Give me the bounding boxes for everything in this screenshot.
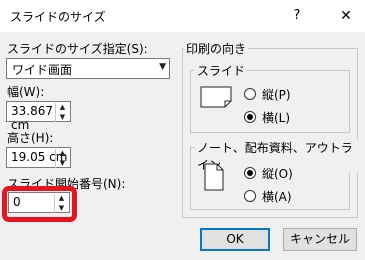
slide-portrait-radio[interactable] [244,88,256,100]
slide-size-value: ワイド画面 [12,63,73,77]
cancel-button[interactable]: キャンセル [283,228,357,251]
notes-portrait-label[interactable]: 縦(O) [262,165,293,182]
slide-size-dialog: スライドのサイズ ? ✕ スライドのサイズ指定(S): ワイド画面 ▼ 幅(W)… [0,0,365,260]
height-label: 高さ(H): [7,131,54,145]
slide-landscape-label[interactable]: 横(L) [262,109,290,126]
landscape-page-icon [200,86,232,108]
notes-landscape-radio[interactable] [244,190,256,202]
width-label: 幅(W): [7,85,45,99]
width-spin-buttons: ▲ ▼ [55,103,69,122]
close-icon[interactable]: ✕ [335,6,357,26]
slide-portrait-label[interactable]: 縦(P) [262,86,291,103]
title-bar: スライドのサイズ ? ✕ [0,0,365,32]
orientation-label: 印刷の向き [184,40,249,57]
height-spinner[interactable]: 19.05 cm ▲ ▼ [6,147,71,168]
slide-size-select[interactable]: ワイド画面 ▼ [6,58,170,79]
slide-size-label: スライドのサイズ指定(S): [7,42,148,56]
notes-portrait-radio[interactable] [244,167,256,179]
spin-down-icon[interactable]: ▼ [56,113,69,122]
slide-landscape-radio[interactable] [244,111,256,123]
highlight-box [2,186,77,222]
width-spinner[interactable]: 33.867 cm ▲ ▼ [6,101,71,132]
ok-button[interactable]: OK [200,228,270,251]
chevron-down-icon[interactable]: ▼ [159,62,166,72]
spin-down-icon[interactable]: ▼ [56,159,69,168]
notes-landscape-label[interactable]: 横(A) [262,188,292,205]
spin-up-icon[interactable]: ▲ [56,103,69,112]
height-spin-buttons: ▲ ▼ [55,149,69,168]
slide-orientation-label: スライド [195,62,248,79]
help-icon[interactable]: ? [286,6,308,26]
spin-up-icon[interactable]: ▲ [56,149,69,158]
dialog-title: スライドのサイズ [10,10,106,24]
portrait-page-icon [204,163,224,191]
